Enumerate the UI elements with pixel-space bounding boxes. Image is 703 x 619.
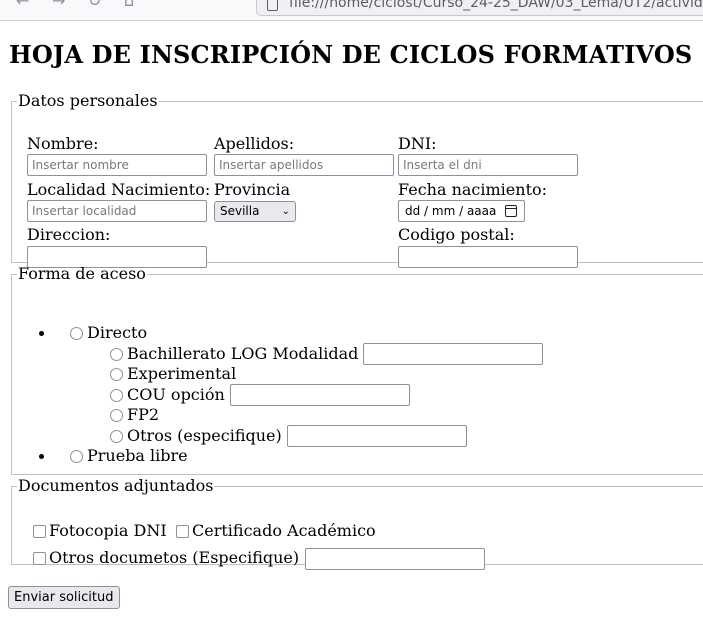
apellidos-label: Apellidos: bbox=[214, 134, 295, 153]
personal-data-fieldset: Datos personales Nombre: Apellidos: DNI:… bbox=[11, 91, 703, 268]
documents-fieldset: Documentos adjuntados Fotocopia DNI Cert… bbox=[11, 476, 703, 570]
provincia-selected-value: Sevilla bbox=[220, 204, 260, 218]
otros-label: Otros (especifique) bbox=[127, 426, 282, 445]
codigo-postal-label: Codigo postal: bbox=[398, 225, 515, 244]
dni-label: DNI: bbox=[398, 134, 437, 153]
list-bullet bbox=[39, 454, 44, 459]
certificado-label: Certificado Académico bbox=[192, 521, 376, 540]
calendar-icon[interactable] bbox=[505, 205, 517, 217]
certificado-checkbox[interactable] bbox=[176, 525, 189, 538]
experimental-radio[interactable] bbox=[110, 368, 123, 381]
access-legend: Forma de aceso bbox=[18, 264, 146, 283]
documents-legend: Documentos adjuntados bbox=[18, 476, 214, 495]
personal-data-legend: Datos personales bbox=[18, 91, 158, 110]
prueba-libre-label: Prueba libre bbox=[87, 446, 188, 465]
otros-especifique-input[interactable] bbox=[287, 425, 467, 447]
fp2-radio[interactable] bbox=[110, 409, 123, 422]
fp2-label: FP2 bbox=[127, 405, 160, 424]
otros-radio[interactable] bbox=[110, 430, 123, 443]
browser-toolbar: ← → ↻ ⌂ file:///home/ciclost/Curso_24-25… bbox=[0, 0, 703, 21]
cou-label: COU opción bbox=[127, 385, 225, 404]
provincia-label: Provincia bbox=[214, 180, 291, 199]
otros-documentos-label: Otros documetos (Especifique) bbox=[49, 548, 300, 567]
fotocopia-dni-label: Fotocopia DNI bbox=[49, 521, 167, 540]
bachillerato-label: Bachillerato LOG Modalidad bbox=[127, 344, 359, 363]
apellidos-input[interactable] bbox=[214, 154, 394, 176]
forward-arrow-icon[interactable]: → bbox=[52, 0, 65, 11]
page-title: HOJA DE INSCRIPCIÓN DE CICLOS FORMATIVOS bbox=[9, 40, 693, 69]
directo-radio[interactable] bbox=[70, 327, 83, 340]
otros-documentos-input[interactable] bbox=[305, 548, 485, 570]
provincia-select[interactable]: Sevilla ⌄ bbox=[214, 201, 296, 222]
address-bar[interactable]: file:///home/ciclost/Curso_24-25_DAW/03_… bbox=[256, 0, 703, 16]
bachillerato-radio[interactable] bbox=[110, 348, 123, 361]
otros-documentos-checkbox[interactable] bbox=[33, 552, 46, 565]
cou-radio[interactable] bbox=[110, 389, 123, 402]
experimental-label: Experimental bbox=[127, 364, 237, 383]
back-arrow-icon[interactable]: ← bbox=[16, 0, 29, 11]
directo-label: Directo bbox=[87, 323, 148, 342]
home-icon[interactable]: ⌂ bbox=[124, 0, 134, 11]
localidad-label: Localidad Nacimiento: bbox=[27, 180, 211, 199]
localidad-input[interactable] bbox=[27, 200, 207, 222]
page-file-icon bbox=[267, 0, 278, 11]
url-text[interactable]: file:///home/ciclost/Curso_24-25_DAW/03_… bbox=[289, 0, 703, 11]
nombre-label: Nombre: bbox=[27, 134, 99, 153]
direccion-label: Direccion: bbox=[27, 225, 111, 244]
chevron-down-icon: ⌄ bbox=[281, 206, 290, 217]
list-bullet bbox=[39, 331, 44, 336]
bachillerato-modalidad-input[interactable] bbox=[363, 343, 543, 365]
dni-input[interactable] bbox=[398, 154, 578, 176]
fecha-nacimiento-input[interactable]: dd / mm / aaaa bbox=[398, 200, 525, 222]
fecha-format-text: dd / mm / aaaa bbox=[405, 204, 497, 218]
submit-button[interactable]: Enviar solicitud bbox=[8, 586, 120, 609]
access-fieldset: Forma de aceso Directo Bachillerato LOG … bbox=[11, 265, 703, 475]
fecha-label: Fecha nacimiento: bbox=[398, 180, 548, 199]
reload-icon[interactable]: ↻ bbox=[88, 0, 101, 11]
cou-opcion-input[interactable] bbox=[230, 384, 410, 406]
fotocopia-dni-checkbox[interactable] bbox=[33, 525, 46, 538]
nombre-input[interactable] bbox=[27, 154, 207, 176]
prueba-libre-radio[interactable] bbox=[70, 450, 83, 463]
